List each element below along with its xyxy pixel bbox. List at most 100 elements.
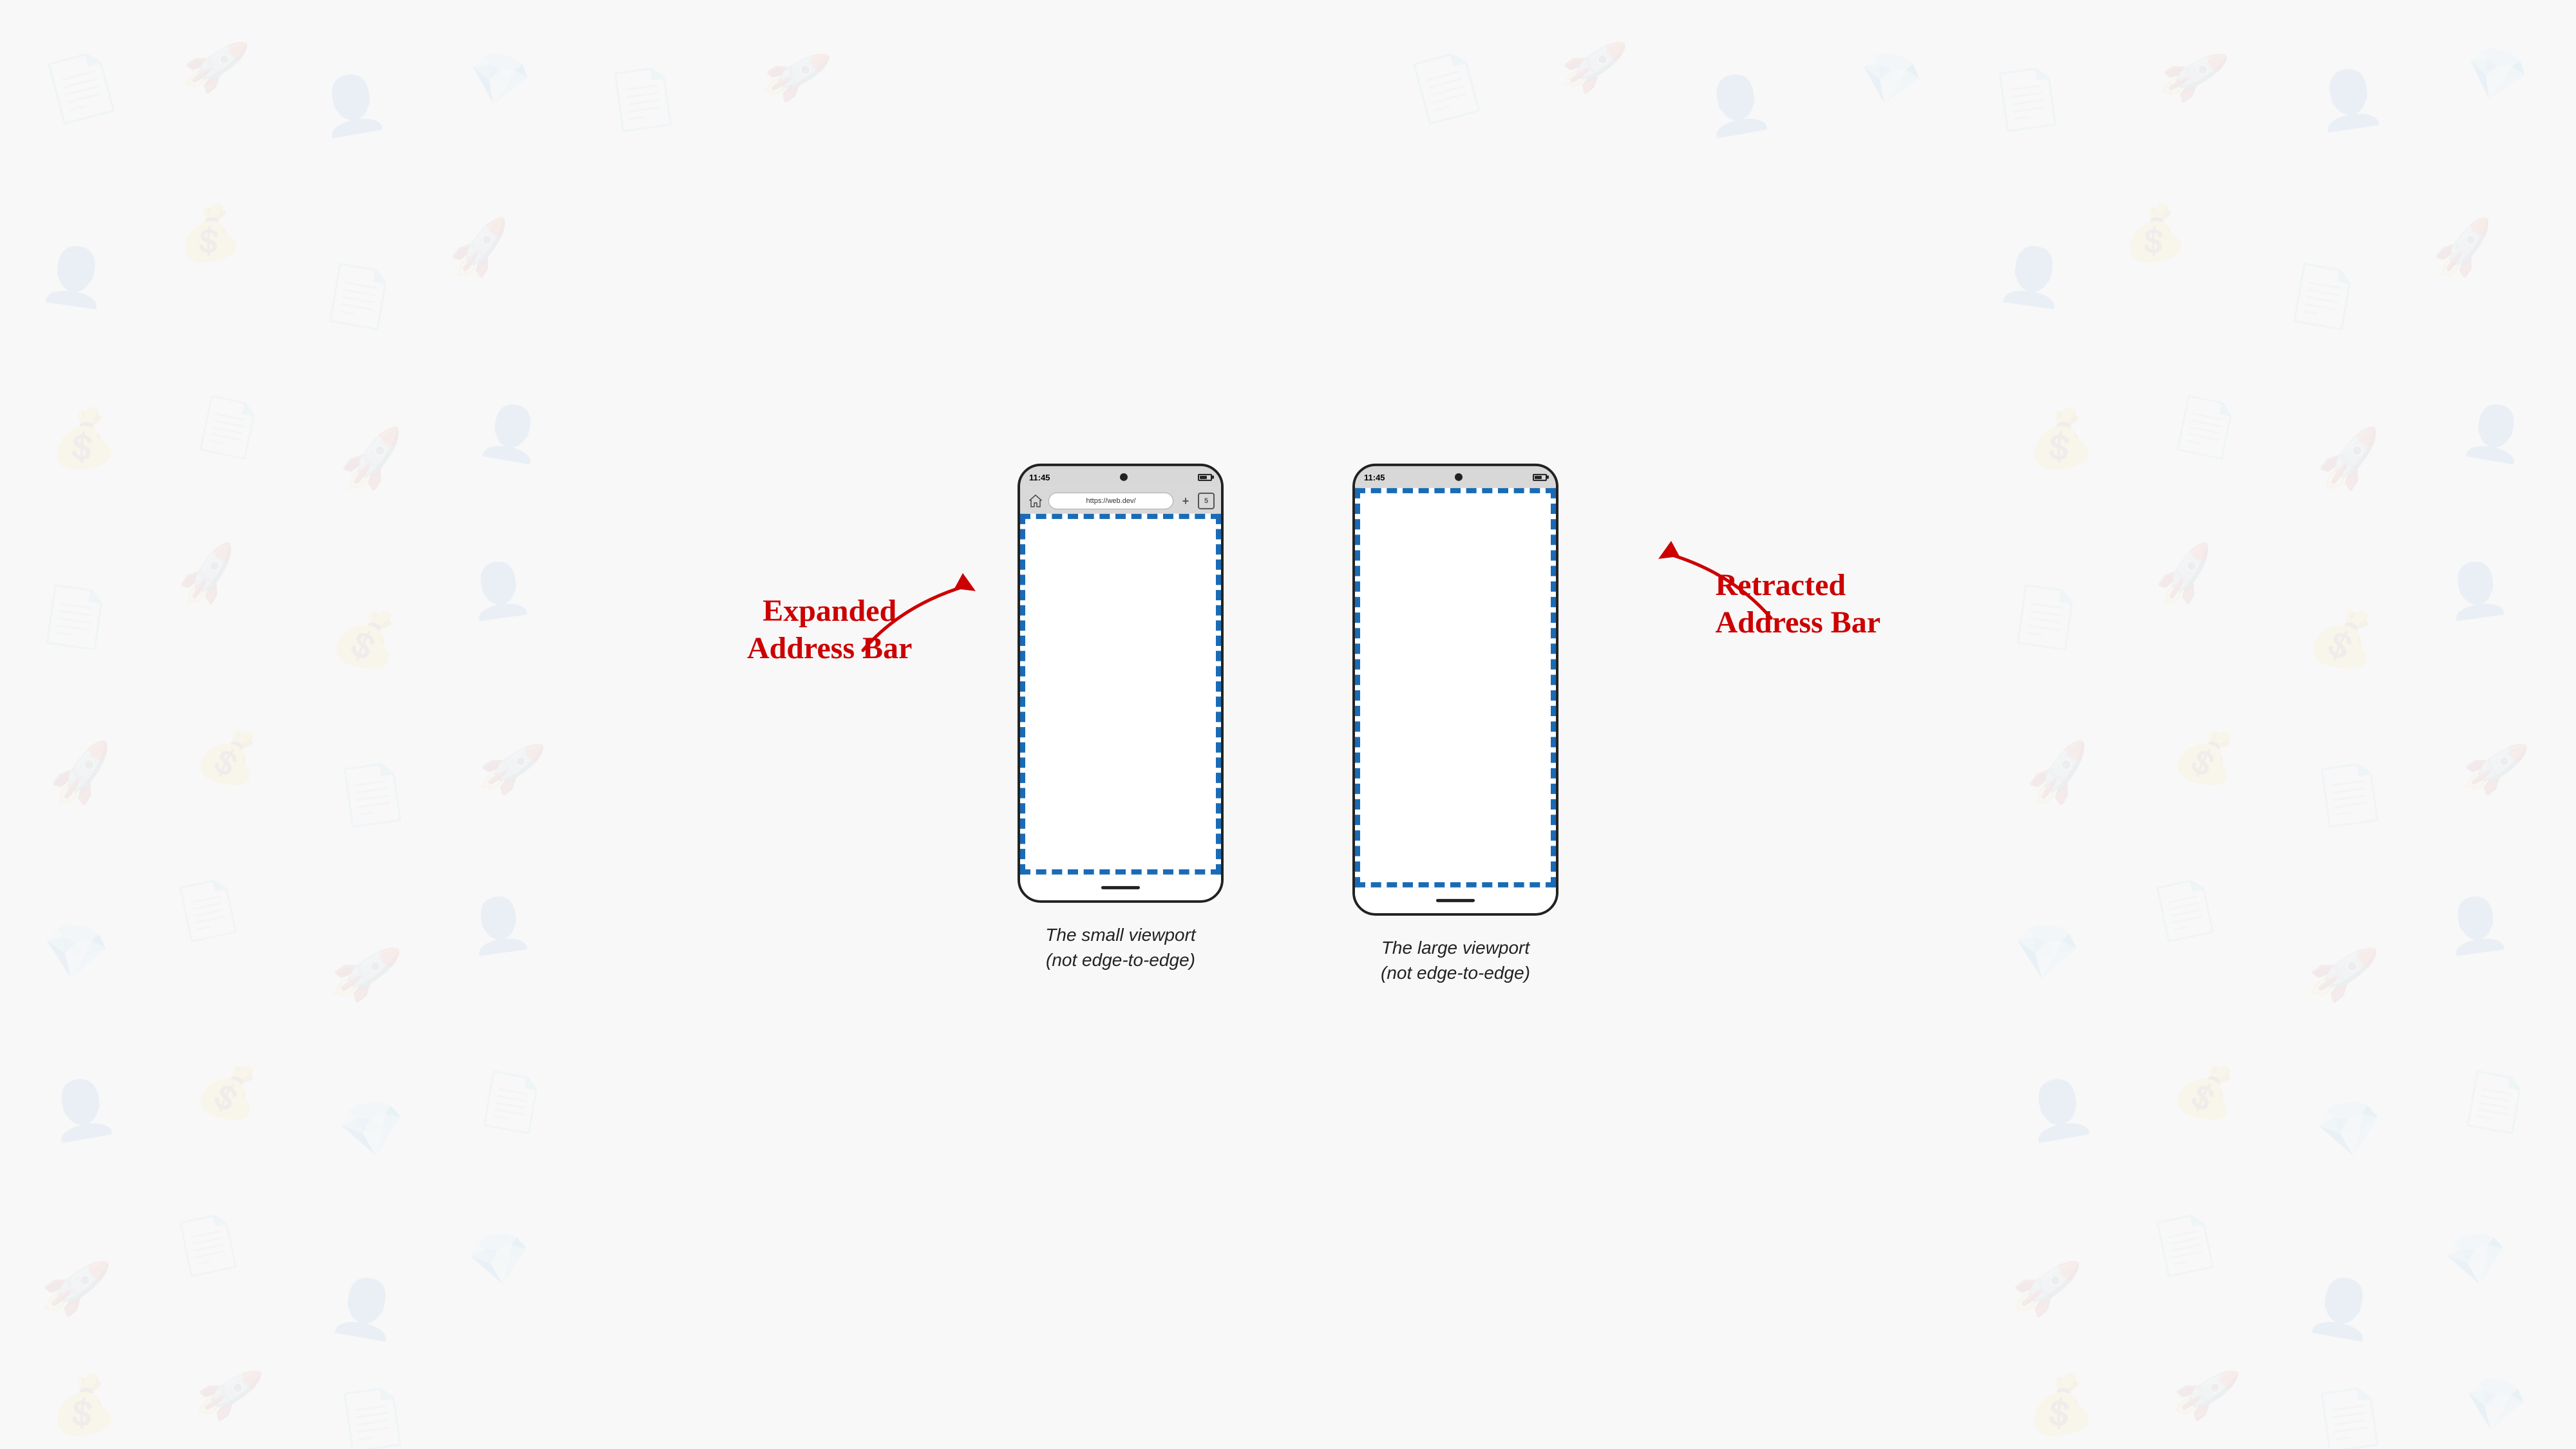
svg-text:🚀: 🚀: [37, 1251, 113, 1323]
svg-text:🚀: 🚀: [2311, 424, 2387, 495]
home-button[interactable]: [1027, 492, 1045, 510]
svg-text:🚀: 🚀: [2428, 215, 2499, 282]
right-home-indicator: [1436, 899, 1475, 902]
right-battery-icon: [1533, 473, 1547, 480]
left-camera-dot: [1120, 473, 1128, 481]
svg-text:👤: 👤: [2441, 556, 2512, 623]
svg-text:💎: 💎: [2458, 39, 2534, 111]
right-caption-line1: The large viewport: [1381, 938, 1530, 958]
svg-text:📄: 📄: [1403, 46, 1490, 129]
right-camera-dot: [1455, 473, 1463, 481]
svg-text:💰: 💰: [2168, 1056, 2243, 1128]
svg-text:🚀: 🚀: [1557, 31, 1630, 100]
svg-text:👤: 👤: [43, 1072, 120, 1146]
right-caption-line2: (not edge-to-edge): [1381, 963, 1530, 983]
svg-text:👤: 👤: [37, 240, 113, 312]
svg-text:🚀: 🚀: [2304, 936, 2382, 1009]
svg-text:🚀: 🚀: [475, 733, 548, 802]
left-home-indicator: [1101, 886, 1140, 889]
right-battery: [1533, 473, 1547, 480]
svg-text:💰: 💰: [191, 721, 266, 793]
retracted-address-bar-label: Retracted Address Bar: [1716, 567, 1880, 641]
svg-text:👤: 👤: [2441, 891, 2512, 958]
right-status-bar: 11:45: [1355, 466, 1556, 488]
svg-text:📄: 📄: [191, 392, 265, 463]
tabs-count: 5: [1204, 497, 1208, 505]
right-battery-fill: [1535, 475, 1542, 478]
svg-text:💎: 💎: [2458, 1371, 2532, 1439]
left-battery-icon: [1198, 473, 1212, 480]
svg-text:🚀: 🚀: [191, 1358, 265, 1429]
svg-text:🚀: 🚀: [171, 540, 245, 611]
svg-text:💰: 💰: [2168, 721, 2243, 793]
svg-text:📄: 📄: [37, 582, 113, 653]
expanded-label-line2: Address Bar: [747, 630, 912, 665]
svg-text:💰: 💰: [326, 601, 404, 676]
left-phone: 11:45 https://web.dev/ +: [1018, 464, 1224, 903]
svg-text:🚀: 🚀: [2458, 733, 2532, 802]
left-phone-bottom: [1020, 875, 1221, 900]
svg-text:🚀: 🚀: [2168, 1358, 2242, 1429]
left-battery-fill: [1200, 475, 1207, 478]
svg-text:👤: 👤: [327, 1271, 404, 1344]
svg-text:🚀: 🚀: [327, 936, 404, 1009]
left-address-bar[interactable]: https://web.dev/ + 5: [1020, 488, 1221, 514]
svg-text:🚀: 🚀: [178, 31, 252, 100]
svg-text:🚀: 🚀: [2007, 1251, 2083, 1323]
svg-text:💎: 💎: [2007, 918, 2083, 988]
left-caption-line2: (not edge-to-edge): [1046, 950, 1195, 970]
right-phone-bottom: [1355, 887, 1556, 913]
svg-text:📄: 📄: [334, 1383, 410, 1449]
right-time: 11:45: [1364, 472, 1385, 482]
left-phone-wrapper: Expanded Address Bar 11:45: [1018, 464, 1224, 972]
svg-text:🚀: 🚀: [2020, 737, 2098, 811]
svg-text:🚀: 🚀: [444, 215, 516, 282]
svg-text:📄: 📄: [2311, 1383, 2387, 1449]
svg-text:🚀: 🚀: [334, 424, 410, 495]
right-viewport: [1355, 488, 1556, 887]
svg-text:📄: 📄: [2458, 1068, 2532, 1137]
svg-text:💰: 💰: [2303, 601, 2382, 676]
svg-text:💰: 💰: [2116, 198, 2191, 270]
url-bar[interactable]: https://web.dev/: [1048, 493, 1173, 509]
svg-text:🚀: 🚀: [43, 737, 120, 811]
svg-text:💎: 💎: [464, 1227, 535, 1293]
home-icon: [1028, 494, 1043, 508]
svg-text:📄: 📄: [2007, 582, 2083, 653]
retracted-label-line1: Retracted: [1716, 568, 1846, 602]
svg-text:👤: 👤: [2311, 63, 2387, 135]
right-dashed-border: [1355, 488, 1556, 887]
left-battery: [1198, 473, 1212, 480]
add-tab-button[interactable]: +: [1177, 493, 1194, 509]
svg-text:🚀: 🚀: [2148, 540, 2222, 611]
left-status-bar: 11:45: [1020, 466, 1221, 488]
expanded-label-line1: Expanded: [762, 594, 896, 628]
svg-text:💎: 💎: [1852, 45, 1927, 115]
svg-text:👤: 👤: [464, 891, 535, 958]
left-caption-line1: The small viewport: [1045, 925, 1195, 945]
right-phone-wrapper: Retracted Address Bar 11:45: [1352, 464, 1558, 985]
svg-text:📄: 📄: [605, 63, 681, 135]
right-phone: 11:45: [1352, 464, 1558, 916]
svg-text:👤: 👤: [313, 68, 391, 141]
svg-text:💰: 💰: [43, 1368, 121, 1444]
svg-text:📄: 📄: [2311, 759, 2387, 830]
right-caption: The large viewport (not edge-to-edge): [1381, 935, 1530, 985]
svg-text:📄: 📄: [2148, 1209, 2222, 1280]
svg-text:📄: 📄: [2168, 392, 2242, 463]
svg-text:📄: 📄: [171, 875, 245, 945]
svg-text:💎: 💎: [2311, 1095, 2387, 1165]
tabs-count-button[interactable]: 5: [1198, 493, 1215, 509]
svg-text:🚀: 🚀: [2154, 38, 2231, 111]
svg-text:👤: 👤: [464, 556, 535, 623]
svg-text:💎: 💎: [37, 918, 113, 988]
svg-text:👤: 👤: [1698, 68, 1776, 141]
svg-text:📄: 📄: [475, 1068, 548, 1137]
svg-text:👤: 👤: [1994, 240, 2070, 312]
svg-text:💰: 💰: [2020, 1368, 2098, 1444]
left-dashed-border: [1020, 514, 1221, 875]
svg-text:📄: 📄: [334, 759, 410, 830]
url-text: https://web.dev/: [1086, 497, 1135, 505]
svg-text:💰: 💰: [2020, 402, 2098, 478]
svg-text:👤: 👤: [2458, 398, 2532, 467]
